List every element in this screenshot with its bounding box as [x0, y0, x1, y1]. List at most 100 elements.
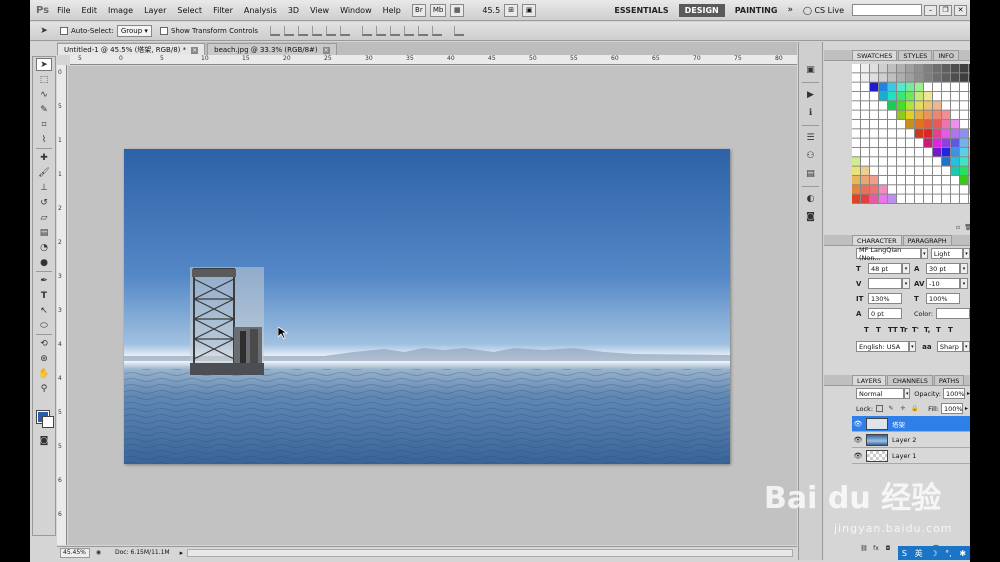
ime-logo-icon[interactable]: S: [902, 549, 907, 558]
color-swatch[interactable]: [924, 147, 932, 157]
opacity-input[interactable]: 100%: [942, 388, 965, 399]
color-swatch[interactable]: [906, 73, 914, 82]
zoom-tool-icon[interactable]: ⚲: [36, 382, 52, 395]
lock-position-icon[interactable]: ✛: [899, 405, 907, 413]
align-right-icon[interactable]: [340, 26, 351, 36]
color-swatch[interactable]: [933, 175, 941, 185]
color-swatch[interactable]: [888, 147, 896, 157]
distribute-right-icon[interactable]: [432, 26, 443, 36]
color-swatch[interactable]: [951, 73, 959, 82]
crop-tool-icon[interactable]: ⌗: [36, 118, 52, 131]
color-swatch[interactable]: [969, 101, 970, 110]
adjustments-panel-icon[interactable]: ☰: [804, 132, 818, 144]
tab-styles[interactable]: STYLES: [898, 50, 933, 60]
color-swatch[interactable]: [924, 175, 932, 185]
move-tool-preset-icon[interactable]: ➤: [36, 25, 52, 38]
color-swatch[interactable]: [951, 175, 959, 185]
color-swatch[interactable]: [861, 147, 869, 157]
color-swatch[interactable]: [960, 101, 968, 110]
color-swatch[interactable]: [960, 166, 968, 175]
color-swatch[interactable]: [960, 129, 968, 138]
color-swatch[interactable]: [942, 166, 950, 175]
shape-tool-icon[interactable]: ⬭: [36, 319, 52, 332]
color-swatch[interactable]: [852, 101, 860, 110]
antialias-select[interactable]: Sharp: [936, 341, 963, 352]
opacity-slider-icon[interactable]: ▸: [967, 390, 970, 397]
color-swatch[interactable]: [924, 157, 932, 166]
layer-row-layer-2[interactable]: 👁 Layer 2: [852, 432, 970, 448]
color-swatch[interactable]: [915, 73, 923, 82]
menu-3d[interactable]: 3D: [288, 6, 299, 15]
tool-presets-panel-icon[interactable]: ◙: [804, 211, 818, 223]
color-swatch[interactable]: [852, 147, 860, 157]
color-swatch[interactable]: [969, 185, 970, 194]
brush-panel-icon[interactable]: ▤: [804, 168, 818, 180]
workspace-painting[interactable]: PAINTING: [729, 4, 784, 17]
color-swatch[interactable]: [942, 194, 950, 203]
distribute-left-icon[interactable]: [404, 26, 415, 36]
all-caps-button[interactable]: TT: [888, 326, 900, 334]
color-swatch[interactable]: [852, 157, 860, 166]
language-select[interactable]: English: USA: [856, 341, 909, 352]
color-swatch[interactable]: [960, 82, 968, 91]
color-swatch[interactable]: [879, 185, 887, 194]
color-swatch[interactable]: [933, 101, 941, 110]
menu-window[interactable]: Window: [340, 6, 372, 15]
color-swatch[interactable]: [933, 91, 941, 101]
font-size-dropdown-icon[interactable]: ▾: [902, 263, 910, 274]
color-swatch[interactable]: [951, 185, 959, 194]
color-swatch[interactable]: [870, 138, 878, 147]
color-swatch[interactable]: [879, 82, 887, 91]
masks-panel-icon[interactable]: ⚇: [804, 150, 818, 162]
menu-filter[interactable]: Filter: [213, 6, 233, 15]
color-swatch[interactable]: [906, 166, 914, 175]
color-swatch[interactable]: [924, 110, 932, 119]
color-swatch[interactable]: [906, 138, 914, 147]
color-swatch[interactable]: [951, 166, 959, 175]
color-swatch[interactable]: [879, 157, 887, 166]
color-swatch[interactable]: [960, 119, 968, 129]
auto-align-icon[interactable]: [454, 26, 465, 36]
color-swatch[interactable]: [879, 194, 887, 203]
color-swatch[interactable]: [933, 64, 941, 73]
bridge-button[interactable]: Br: [411, 3, 426, 17]
layer-row-layer-1[interactable]: 👁 Layer 1: [852, 448, 970, 464]
color-swatch[interactable]: [870, 101, 878, 110]
color-swatch[interactable]: [861, 91, 869, 101]
color-swatch[interactable]: [888, 82, 896, 91]
color-swatch[interactable]: [870, 119, 878, 129]
blur-tool-icon[interactable]: ◔: [36, 241, 52, 254]
color-swatch[interactable]: [915, 138, 923, 147]
minimize-icon[interactable]: –: [924, 4, 937, 16]
color-swatch[interactable]: [969, 110, 970, 119]
blend-mode-dropdown-icon[interactable]: ▾: [904, 388, 911, 399]
lock-all-icon[interactable]: 🔒: [911, 405, 919, 413]
ime-halfwidth-icon[interactable]: ☽: [930, 549, 937, 558]
color-swatch[interactable]: [906, 82, 914, 91]
color-swatch[interactable]: [969, 119, 970, 129]
tab-layers[interactable]: LAYERS: [852, 375, 887, 385]
menu-analysis[interactable]: Analysis: [244, 6, 277, 15]
color-swatch[interactable]: [852, 185, 860, 194]
gradient-tool-icon[interactable]: ▤: [36, 226, 52, 239]
layer-style-icon[interactable]: fx: [872, 545, 880, 553]
tracking-dropdown-icon[interactable]: ▾: [960, 278, 968, 289]
horizontal-scrollbar[interactable]: [187, 548, 793, 557]
actions-panel-icon[interactable]: ▶: [804, 89, 818, 101]
lock-transparent-icon[interactable]: [876, 405, 884, 412]
menu-view[interactable]: View: [310, 6, 329, 15]
color-swatch[interactable]: [852, 138, 860, 147]
status-zoom-field[interactable]: 45.45%: [60, 547, 90, 558]
clone-source-panel-icon[interactable]: ◐: [804, 193, 818, 205]
faux-italic-button[interactable]: T: [876, 326, 888, 334]
eraser-tool-icon[interactable]: ▱: [36, 211, 52, 224]
color-swatch[interactable]: [870, 91, 878, 101]
color-swatch[interactable]: [897, 110, 905, 119]
color-swatch[interactable]: [897, 185, 905, 194]
brush-tool-icon[interactable]: 🖌: [36, 166, 52, 179]
color-swatch[interactable]: [861, 157, 869, 166]
ime-language[interactable]: 英: [915, 548, 923, 559]
color-swatch[interactable]: [915, 175, 923, 185]
screen-mode-icon[interactable]: ▣: [522, 3, 537, 17]
color-swatch[interactable]: [906, 91, 914, 101]
